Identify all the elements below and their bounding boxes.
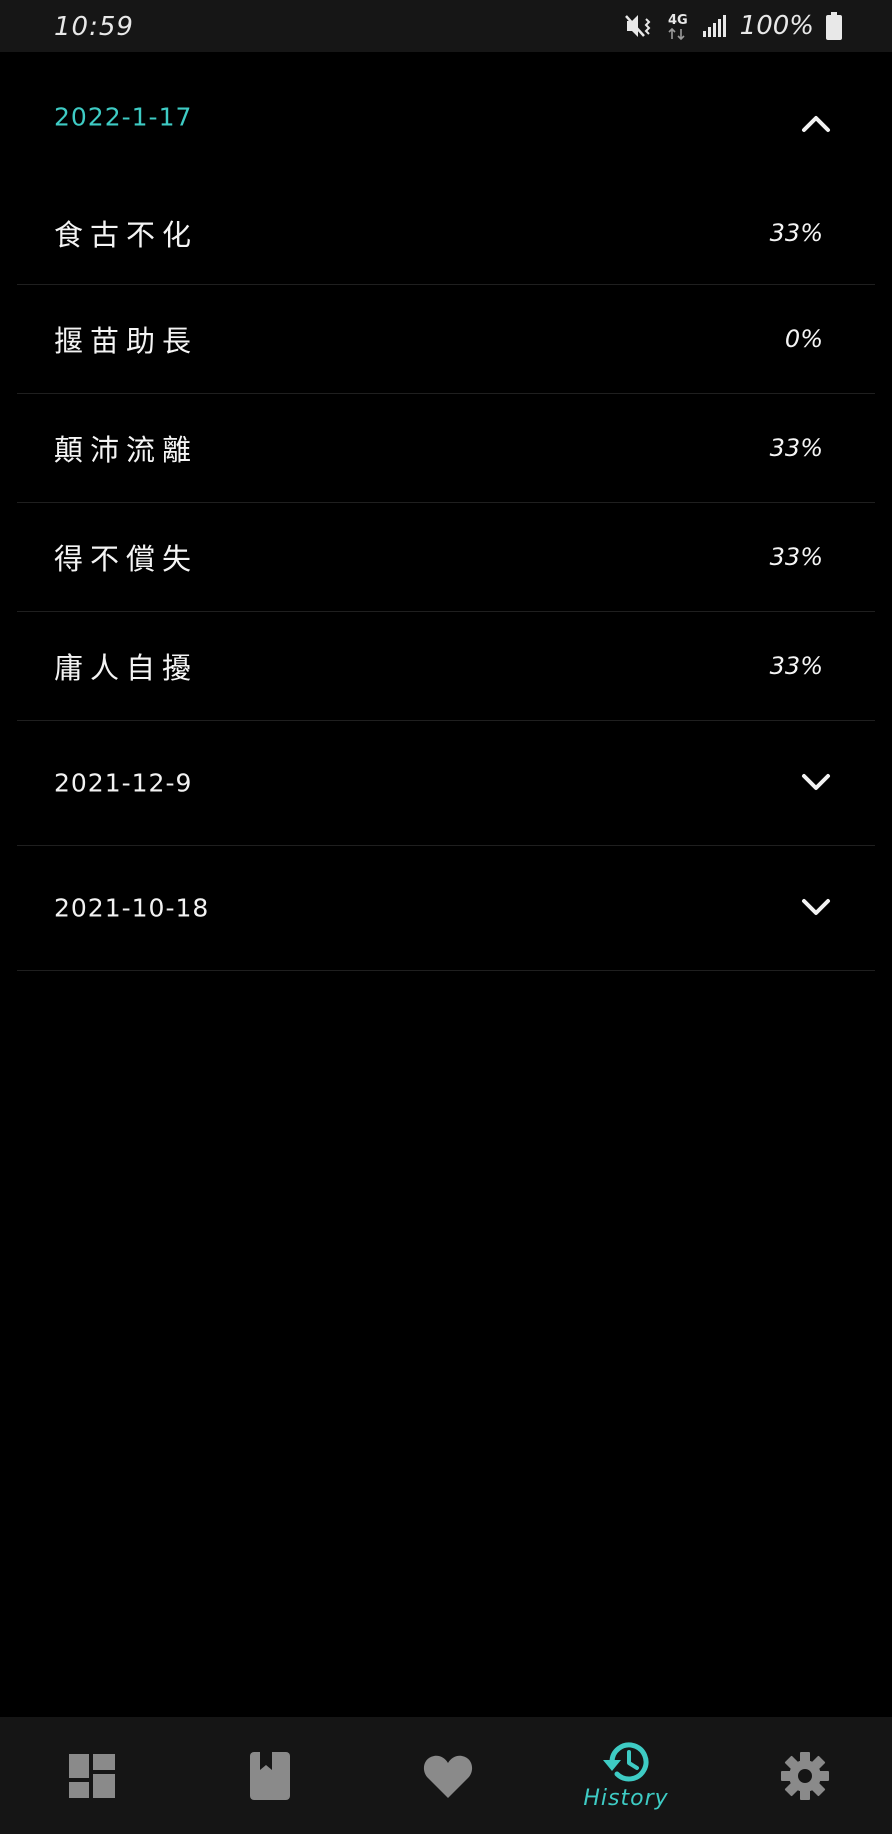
entry-score: 0% [784,325,823,353]
entry-score: 33% [769,434,823,462]
group-date: 2022-1-17 [54,102,193,132]
entry-idiom: 庸人自擾 [54,651,199,685]
battery-full-icon [826,12,842,40]
history-entries: 食古不化 33% 揠苗助長 0% 顛沛流離 33% 得不償失 33% 庸人自擾 … [17,182,875,721]
nav-item-settings[interactable] [716,1717,892,1834]
entry-idiom: 顛沛流離 [54,433,199,467]
network-4g-icon: 4G [666,11,690,41]
history-entry[interactable]: 顛沛流離 33% [17,394,875,503]
book-icon [250,1751,290,1800]
entry-idiom: 揠苗助長 [54,324,199,358]
status-icons: 4G 100% [624,10,842,42]
heart-icon [423,1754,473,1798]
bottom-navigation: History [0,1717,892,1834]
mute-vibrate-icon [624,13,654,39]
entry-idiom: 食古不化 [54,218,199,252]
group-date: 2021-12-9 [54,768,193,798]
status-time: 10:59 [54,12,134,42]
history-list: 2022-1-17 食古不化 33% 揠苗助長 0% 顛沛流離 33% 得不償失 [17,52,875,971]
svg-text:4G: 4G [668,13,688,28]
history-entry[interactable]: 揠苗助長 0% [17,285,875,394]
status-bar: 10:59 4G 100% [0,0,892,52]
nav-item-dashboard[interactable] [3,1717,181,1834]
battery-percent: 100% [739,11,814,41]
history-icon [600,1740,652,1784]
history-entry[interactable]: 食古不化 33% [17,182,875,285]
history-entry[interactable]: 得不償失 33% [17,503,875,612]
group-date: 2021-10-18 [54,893,210,923]
nav-item-book[interactable] [181,1717,359,1834]
history-screen: 10:59 4G 100% 2022-1-17 食古不化 33% 揠苗助長 0%… [0,0,892,1834]
history-entry[interactable]: 庸人自擾 33% [17,612,875,721]
chevron-down-icon[interactable] [801,773,831,793]
signal-bars-icon [702,13,728,39]
nav-item-favorites[interactable] [359,1717,537,1834]
history-group-header[interactable]: 2021-10-18 [17,846,875,971]
entry-score: 33% [769,219,823,247]
nav-label-history: History [583,1786,669,1811]
chevron-down-icon[interactable] [801,898,831,918]
nav-item-history[interactable]: History [537,1717,715,1834]
dashboard-icon [69,1753,115,1798]
settings-gear-icon [780,1751,830,1801]
history-group-header[interactable]: 2022-1-17 [17,52,875,182]
chevron-up-icon[interactable] [801,113,831,133]
entry-score: 33% [769,652,823,680]
history-group-header[interactable]: 2021-12-9 [17,721,875,846]
entry-score: 33% [769,543,823,571]
entry-idiom: 得不償失 [54,542,199,576]
